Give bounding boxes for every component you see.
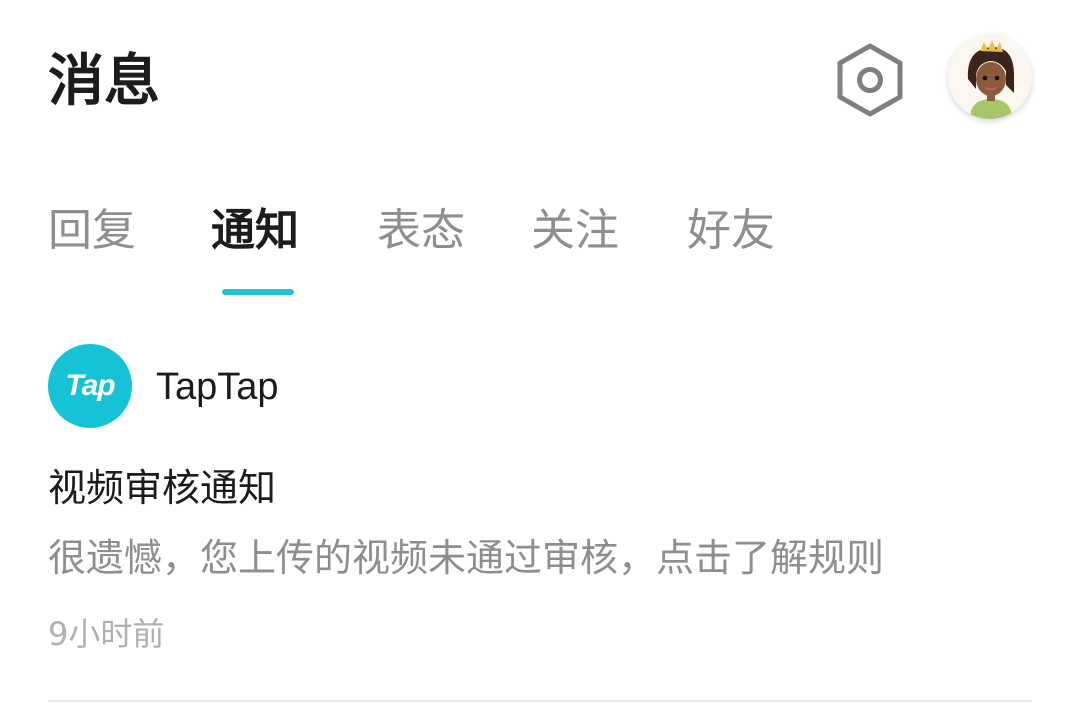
page-title: 消息: [48, 49, 160, 114]
notification-body[interactable]: 很遗憾，您上传的视频未通过审核，点击了解规则: [48, 530, 1032, 586]
notification-title: 视频审核通知: [48, 466, 277, 510]
avatar[interactable]: [948, 35, 1032, 119]
tab-friends[interactable]: 好友: [687, 196, 775, 266]
source-name[interactable]: TapTap: [156, 362, 279, 412]
tab-bar: 回复 通知 表态 关注 好友: [0, 196, 1080, 296]
active-tab-indicator: [222, 289, 294, 295]
settings-icon[interactable]: [832, 40, 908, 120]
divider: [48, 700, 1032, 702]
notification-item[interactable]: Tap TapTap 视频审核通知 很遗憾，您上传的视频未通过审核，点击了解规则…: [48, 340, 1032, 702]
notification-timestamp: 9小时前: [48, 615, 165, 653]
header: 消息: [0, 0, 1080, 160]
tab-following[interactable]: 关注: [531, 196, 619, 266]
taptap-logo-text: Tap: [65, 369, 115, 402]
tab-replies[interactable]: 回复: [48, 196, 136, 266]
taptap-logo-icon[interactable]: Tap: [48, 344, 132, 428]
avatar-icon: [948, 35, 1032, 119]
tab-notifications[interactable]: 通知: [211, 196, 299, 266]
tab-reactions[interactable]: 表态: [377, 196, 465, 266]
